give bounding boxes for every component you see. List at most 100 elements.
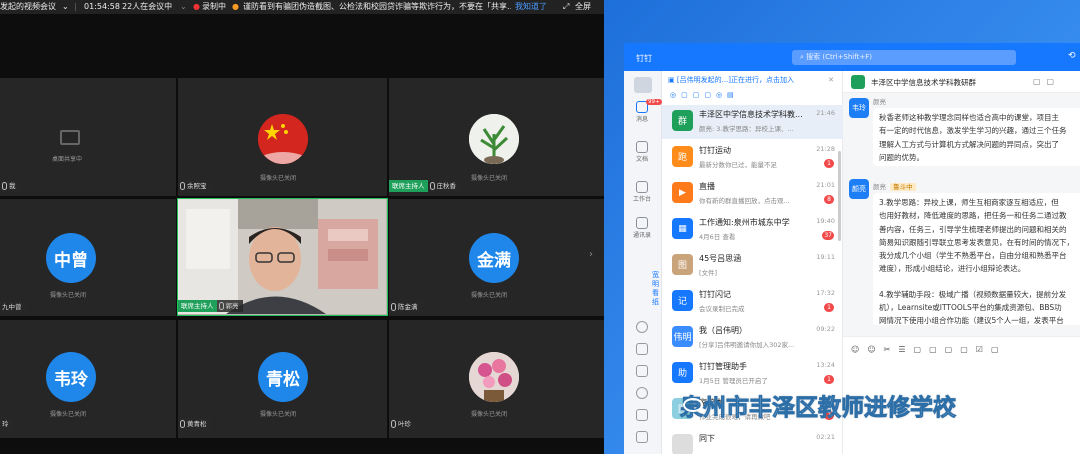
conversation-title: 丰泽区中学信息技术学科教... bbox=[699, 110, 803, 119]
conversation-preview: [文件] bbox=[699, 269, 718, 277]
unread-badge: 1 bbox=[824, 375, 834, 384]
participant-tile[interactable]: 桌面共享中 我 bbox=[0, 78, 176, 196]
fullscreen-icon[interactable]: ⤢ bbox=[563, 0, 569, 14]
conversation-title: 工作通知:泉州市城东中学 bbox=[699, 218, 790, 227]
participant-name: 黄青松 bbox=[187, 420, 207, 428]
participant-name-tag: 余照宝 bbox=[178, 180, 211, 192]
camera-off-label: 摄像头已关闭 bbox=[50, 292, 87, 299]
message-bubble[interactable]: 秋香老师这种教学理念同样也适合高中的课堂，项目主 有一定的时代信息，激发学生学习… bbox=[873, 108, 1080, 166]
conversation-icon: 助 bbox=[672, 362, 693, 383]
history-icon[interactable]: ⟲ bbox=[1068, 51, 1076, 61]
conversation-title: 钉钉运动 bbox=[699, 146, 731, 155]
participant-tile[interactable]: 中曾 摄像头已关闭 九中曾 bbox=[0, 199, 176, 316]
conversation-time: 17:32 bbox=[816, 289, 835, 297]
chat-header-actions[interactable]: ▢▢ bbox=[1033, 77, 1060, 86]
message-bubble[interactable]: 3.教学思路：异校上课，师生互相商家逐互相适应，但 也用好教材，降低难度的思路，把… bbox=[873, 193, 1080, 325]
phone-icon[interactable] bbox=[636, 321, 648, 333]
camera-off-label: 摄像头已关闭 bbox=[260, 411, 297, 418]
watermark-text: 泉州市丰泽区教师进修学校 bbox=[680, 395, 957, 422]
microphone-icon bbox=[218, 302, 224, 310]
list-item[interactable]: 群丰泽区中学信息技术学科教... 颜亮: 3.教学思路：异校上课、... 21:46 bbox=[662, 105, 843, 139]
conversation-title: 钉钉闪记 bbox=[699, 290, 731, 299]
pin-icon[interactable] bbox=[636, 387, 648, 399]
conversation-preview: 你有新的群直播回放，点击观... bbox=[699, 197, 790, 205]
contacts-icon bbox=[636, 217, 648, 229]
unread-badge: 37 bbox=[822, 231, 834, 240]
participant-grid: 桌面共享中 我 摄像头已关闭 余照宝 摄像头已关闭 联席主持人 庄秋香 中曾 摄像… bbox=[0, 78, 604, 438]
meeting-top-bar: 发起的视频会议 ⌄ | 01:54:58 22人在会议中 ⌄ ● 录制中 ● 谨… bbox=[0, 0, 604, 14]
vertical-tab[interactable]: 宽 明 看 纸 bbox=[652, 271, 660, 307]
meeting-timer: 01:54:58 bbox=[84, 2, 120, 11]
message-sender: 颜亮 bbox=[873, 98, 886, 106]
microphone-icon bbox=[429, 182, 435, 190]
notice-dismiss-link[interactable]: 我知道了 bbox=[515, 0, 547, 14]
list-item[interactable]: 助钉钉管理助手 1月5日 管理员已开启了 13:24 1 bbox=[662, 357, 843, 391]
participant-tile[interactable]: 金满 摄像头已关闭 陈金满 › bbox=[389, 199, 604, 316]
fullscreen-button[interactable]: 全屏 bbox=[575, 0, 591, 14]
conversation-title: 钉钉管理助手 bbox=[699, 362, 747, 371]
list-item[interactable]: 跑钉钉运动 最新分数你已过，能量不足 21:28 1 bbox=[662, 141, 843, 175]
chevron-down-icon[interactable]: ⌄ bbox=[62, 0, 69, 14]
chevron-down-icon[interactable]: ⌄ bbox=[180, 0, 187, 14]
microphone-icon bbox=[391, 303, 396, 311]
avatar[interactable] bbox=[634, 77, 652, 93]
microphone-icon bbox=[2, 182, 7, 190]
box-icon[interactable] bbox=[636, 409, 648, 421]
sidebar-item-contacts[interactable]: 通讯录 bbox=[632, 217, 652, 241]
microphone-icon bbox=[180, 420, 185, 428]
search-icon: ⌕ bbox=[800, 53, 804, 61]
microphone-icon bbox=[180, 182, 185, 190]
search-input[interactable]: ⌕ 搜索 (Ctrl+Shift+F) bbox=[792, 50, 1016, 65]
camera-off-label: 摄像头已关闭 bbox=[471, 292, 508, 299]
participant-count[interactable]: 22人在会议中 bbox=[122, 0, 172, 14]
list-filter-icons[interactable]: ◎▢▢▢◎▤ bbox=[670, 91, 820, 101]
sidebar-item-messages[interactable]: 消息 99+ bbox=[632, 99, 662, 125]
participant-tile[interactable]: 摄像头已关闭 叶珍 bbox=[389, 320, 604, 438]
avatar[interactable]: 颜亮 bbox=[849, 179, 869, 199]
mail-icon[interactable] bbox=[636, 431, 648, 443]
unread-badge: 1 bbox=[824, 303, 834, 312]
ongoing-meeting-banner[interactable]: ▣ [吕伟明发起的...]正在进行，点击加入 ✕ bbox=[668, 74, 838, 87]
list-item[interactable]: ▶ 直播 你有新的群直播回放，点击观... 21:01 8 bbox=[662, 177, 843, 211]
host-badge: 联席主持人 bbox=[389, 180, 428, 192]
conversation-preview: [分享]吕伟明邀请你加入302家... bbox=[699, 341, 795, 349]
list-item[interactable]: ▦ 工作通知:泉州市城东中学 4月6日 查看 19:40 37 bbox=[662, 213, 843, 247]
avatar[interactable]: 韦玲 bbox=[849, 98, 869, 118]
composer-toolbar[interactable]: ☺☺✂☰▢▢▢▢☑▢ bbox=[851, 345, 1007, 354]
conversation-time: 13:24 bbox=[816, 361, 835, 369]
list-item[interactable]: 同下 02:21 bbox=[662, 429, 843, 454]
conversation-icon bbox=[672, 434, 693, 454]
list-item[interactable]: 伟明 我（吕伟明） [分享]吕伟明邀请你加入302家... 09:22 bbox=[662, 321, 843, 355]
sidebar-item-workbench[interactable]: 工作台 bbox=[632, 181, 652, 205]
conversation-time: 19:11 bbox=[816, 253, 835, 261]
conversation-time: 21:46 bbox=[816, 109, 835, 117]
video-meeting-window: 发起的视频会议 ⌄ | 01:54:58 22人在会议中 ⌄ ● 录制中 ● 谨… bbox=[0, 0, 604, 454]
close-icon[interactable]: ✕ bbox=[828, 74, 834, 87]
conversation-icon: 群 bbox=[672, 110, 693, 131]
participant-video bbox=[178, 199, 386, 314]
conversation-preview: 最新分数你已过，能量不足 bbox=[699, 161, 777, 169]
scrollbar[interactable] bbox=[838, 151, 841, 241]
participant-name: 庄秋香 bbox=[436, 182, 457, 190]
microphone-icon bbox=[391, 420, 396, 428]
avatar bbox=[469, 114, 519, 164]
cloud-icon[interactable] bbox=[636, 343, 648, 355]
participant-video-tile[interactable]: 联席主持人 郭亮 bbox=[177, 198, 388, 316]
participant-tile[interactable]: 青松 摄像头已关闭 黄青松 bbox=[178, 320, 387, 438]
participant-tile[interactable]: 摄像头已关闭 联席主持人 庄秋香 bbox=[389, 78, 604, 196]
list-item[interactable]: 记钉钉闪记 会议录制已完成 17:32 1 bbox=[662, 285, 843, 319]
list-item[interactable]: 图 45号吕思涵 [文件] 19:11 bbox=[662, 249, 843, 283]
participant-tile[interactable]: 摄像头已关闭 余照宝 bbox=[178, 78, 387, 196]
conversation-time: 21:01 bbox=[816, 181, 835, 189]
sidebar-item-docs[interactable]: 文档 bbox=[632, 141, 652, 165]
participant-name-tag: 联席主持人 庄秋香 bbox=[389, 180, 460, 192]
conversation-title: 我（吕伟明） bbox=[699, 326, 747, 335]
next-page-icon[interactable]: › bbox=[589, 249, 593, 260]
chat-header: 丰泽区中学信息技术学科教研群 ▢▢ bbox=[843, 71, 1080, 93]
avatar bbox=[469, 352, 519, 402]
participant-tile[interactable]: 韦玲 摄像头已关闭 玲 bbox=[0, 320, 176, 438]
conversation-title: 同下 bbox=[699, 434, 715, 443]
calendar-icon[interactable] bbox=[636, 365, 648, 377]
participant-name: 玲 bbox=[2, 420, 9, 428]
participant-name: 九中曾 bbox=[2, 303, 22, 311]
